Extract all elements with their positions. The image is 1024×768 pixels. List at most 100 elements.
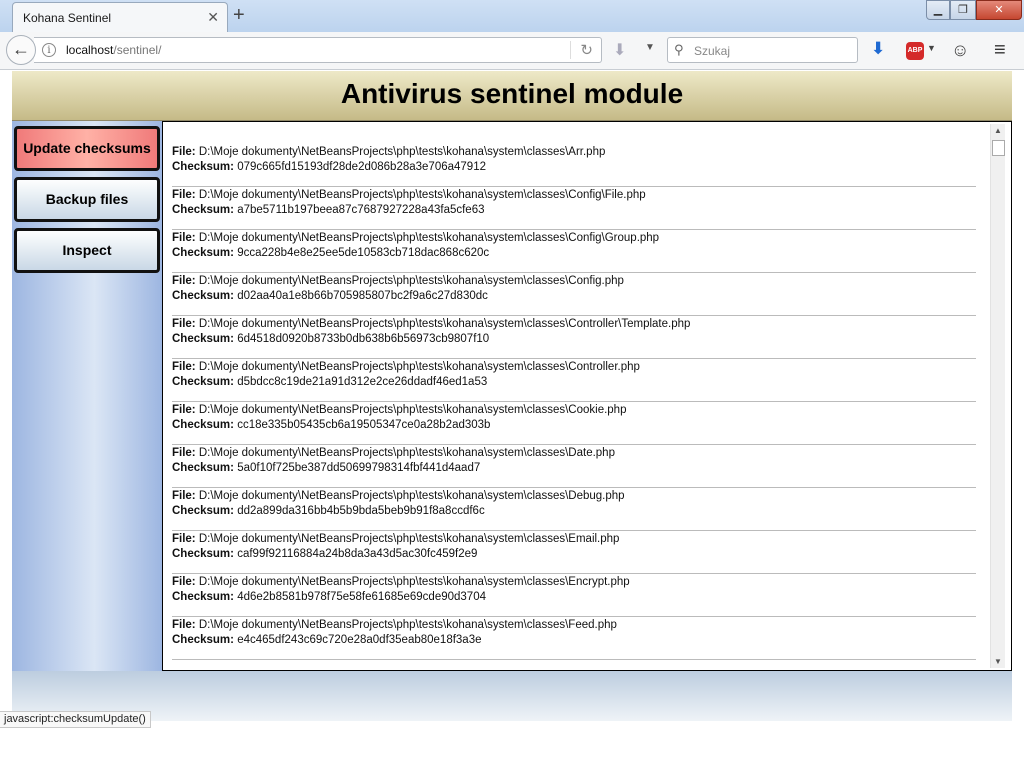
adblock-icon[interactable]: ABP — [906, 42, 924, 60]
checksum-value: caf99f92116884a24b8da3a43d5ac30fc459f2e9 — [237, 548, 478, 560]
file-label: File: — [172, 490, 196, 502]
checksum-line: Checksum: a7be5711b197beea87c7687927228a… — [172, 203, 976, 218]
file-label: File: — [172, 146, 196, 158]
adblock-dropdown-icon[interactable]: ▼ — [927, 43, 936, 53]
search-input[interactable]: ⚲ Szukaj — [667, 37, 858, 63]
checksum-value: d02aa40a1e8b66b705985807bc2f9a6c27d830dc — [237, 290, 488, 302]
checksum-value: 079c665fd15193df28de2d086b28a3e706a47912 — [237, 161, 486, 173]
file-label: File: — [172, 576, 196, 588]
search-placeholder: Szukaj — [694, 44, 731, 58]
download-arrow-icon[interactable]: ⬇ — [613, 40, 626, 60]
file-label: File: — [172, 232, 196, 244]
checksum-line: Checksum: caf99f92116884a24b8da3a43d5ac3… — [172, 547, 976, 562]
list-item: File: D:\Moje dokumenty\NetBeansProjects… — [172, 359, 976, 402]
info-icon[interactable]: i — [42, 43, 56, 57]
scroll-down-icon[interactable]: ▼ — [994, 657, 1002, 666]
checksum-label: Checksum: — [172, 548, 234, 560]
list-item: File: D:\Moje dokumenty\NetBeansProjects… — [172, 144, 976, 187]
file-path: D:\Moje dokumenty\NetBeansProjects\php\t… — [198, 404, 627, 416]
checksum-line: Checksum: dd2a899da316bb4b5b9bda5beb9b91… — [172, 504, 976, 519]
checksum-label: Checksum: — [172, 505, 234, 517]
checksum-value: 9cca228b4e8e25ee5de10583cb718dac868c620c — [237, 247, 490, 259]
checksum-label: Checksum: — [172, 591, 234, 603]
file-path: D:\Moje dokumenty\NetBeansProjects\php\t… — [198, 533, 620, 545]
file-label: File: — [172, 361, 196, 373]
file-path: D:\Moje dokumenty\NetBeansProjects\php\t… — [198, 232, 660, 244]
back-button[interactable]: ← — [6, 35, 36, 65]
file-path: D:\Moje dokumenty\NetBeansProjects\php\t… — [198, 275, 624, 287]
file-path: D:\Moje dokumenty\NetBeansProjects\php\t… — [198, 490, 625, 502]
checksum-label: Checksum: — [172, 333, 234, 345]
file-line: File: D:\Moje dokumenty\NetBeansProjects… — [172, 231, 976, 246]
checksum-label: Checksum: — [172, 376, 234, 388]
list-item: File: D:\Moje dokumenty\NetBeansProjects… — [172, 230, 976, 273]
list-item: File: D:\Moje dokumenty\NetBeansProjects… — [172, 273, 976, 316]
page-footer — [12, 671, 1012, 721]
list-item: File: D:\Moje dokumenty\NetBeansProjects… — [172, 316, 976, 359]
list-item: File: D:\Moje dokumenty\NetBeansProjects… — [172, 445, 976, 488]
scrollbar[interactable]: ▲ ▼ — [990, 124, 1005, 668]
chevron-down-icon[interactable]: ▼ — [645, 42, 655, 53]
file-line: File: D:\Moje dokumenty\NetBeansProjects… — [172, 532, 976, 547]
update-checksums-button[interactable]: Update checksums — [14, 126, 160, 171]
file-label: File: — [172, 533, 196, 545]
feedback-smiley-icon[interactable]: ☺ — [951, 40, 969, 61]
inspect-button[interactable]: Inspect — [14, 228, 160, 273]
file-path: D:\Moje dokumenty\NetBeansProjects\php\t… — [198, 189, 646, 201]
page-header: Antivirus sentinel module — [12, 71, 1012, 121]
file-label: File: — [172, 275, 196, 287]
restore-window-icon[interactable]: ❐ — [950, 0, 976, 20]
file-line: File: D:\Moje dokumenty\NetBeansProjects… — [172, 274, 976, 289]
checksum-line: Checksum: 079c665fd15193df28de2d086b28a3… — [172, 160, 976, 175]
list-item: File: D:\Moje dokumenty\NetBeansProjects… — [172, 574, 976, 617]
downloads-icon[interactable]: ⬇ — [871, 39, 885, 59]
list-item: File: D:\Moje dokumenty\NetBeansProjects… — [172, 617, 976, 660]
new-tab-icon[interactable]: + — [233, 4, 245, 27]
file-line: File: D:\Moje dokumenty\NetBeansProjects… — [172, 403, 976, 418]
status-bar: javascript:checksumUpdate() — [0, 711, 151, 728]
url-text[interactable]: localhost/sentinel/ — [66, 43, 161, 57]
checksum-line: Checksum: 4d6e2b8581b978f75e58fe61685e69… — [172, 590, 976, 605]
checksum-label: Checksum: — [172, 462, 234, 474]
close-window-icon[interactable]: ✕ — [976, 0, 1022, 20]
checksum-label: Checksum: — [172, 247, 234, 259]
checksum-value: 5a0f10f725be387dd50699798314fbf441d4aad7 — [237, 462, 481, 474]
file-line: File: D:\Moje dokumenty\NetBeansProjects… — [172, 489, 976, 504]
file-line: File: D:\Moje dokumenty\NetBeansProjects… — [172, 188, 976, 203]
checksum-line: Checksum: 6d4518d0920b8733b0db638b6b5697… — [172, 332, 976, 347]
browser-toolbar: i localhost/sentinel/ ↻ ← ⬇ ▼ ⚲ Szukaj ⬇… — [0, 32, 1024, 70]
scrollbar-thumb[interactable] — [992, 140, 1005, 156]
file-label: File: — [172, 404, 196, 416]
back-arrow-icon: ← — [12, 39, 30, 59]
checksum-label: Checksum: — [172, 634, 234, 646]
checksum-value: e4c465df243c69c720e28a0df35eab80e18f3a3e — [237, 634, 482, 646]
reload-icon[interactable]: ↻ — [580, 41, 593, 59]
browser-titlebar: Kohana Sentinel ✕ + ▁ ❐ ✕ — [0, 0, 1024, 32]
scroll-up-icon[interactable]: ▲ — [994, 126, 1002, 135]
checksum-list: File: D:\Moje dokumenty\NetBeansProjects… — [172, 144, 976, 660]
backup-files-button[interactable]: Backup files — [14, 177, 160, 222]
minimize-window-icon[interactable]: ▁ — [926, 0, 950, 20]
search-icon: ⚲ — [674, 42, 684, 57]
file-line: File: D:\Moje dokumenty\NetBeansProjects… — [172, 360, 976, 375]
url-divider — [570, 41, 571, 59]
checksum-value: d5bdcc8c19de21a91d312e2ce26ddadf46ed1a53 — [237, 376, 488, 388]
file-line: File: D:\Moje dokumenty\NetBeansProjects… — [172, 317, 976, 332]
checksum-list-panel[interactable]: File: D:\Moje dokumenty\NetBeansProjects… — [162, 121, 1012, 671]
close-tab-icon[interactable]: ✕ — [207, 9, 219, 26]
file-path: D:\Moje dokumenty\NetBeansProjects\php\t… — [198, 318, 691, 330]
browser-tab[interactable]: Kohana Sentinel ✕ — [12, 2, 228, 32]
page: Antivirus sentinel module Update checksu… — [12, 71, 1012, 721]
checksum-value: cc18e335b05435cb6a19505347ce0a28b2ad303b — [237, 419, 491, 431]
checksum-label: Checksum: — [172, 290, 234, 302]
url-bar[interactable]: i localhost/sentinel/ ↻ — [34, 37, 602, 63]
checksum-label: Checksum: — [172, 161, 234, 173]
checksum-line: Checksum: d02aa40a1e8b66b705985807bc2f9a… — [172, 289, 976, 304]
hamburger-menu-icon[interactable]: ≡ — [994, 39, 1006, 62]
file-label: File: — [172, 189, 196, 201]
file-path: D:\Moje dokumenty\NetBeansProjects\php\t… — [198, 619, 617, 631]
list-item: File: D:\Moje dokumenty\NetBeansProjects… — [172, 402, 976, 445]
file-path: D:\Moje dokumenty\NetBeansProjects\php\t… — [198, 361, 640, 373]
file-path: D:\Moje dokumenty\NetBeansProjects\php\t… — [198, 576, 630, 588]
list-item: File: D:\Moje dokumenty\NetBeansProjects… — [172, 187, 976, 230]
